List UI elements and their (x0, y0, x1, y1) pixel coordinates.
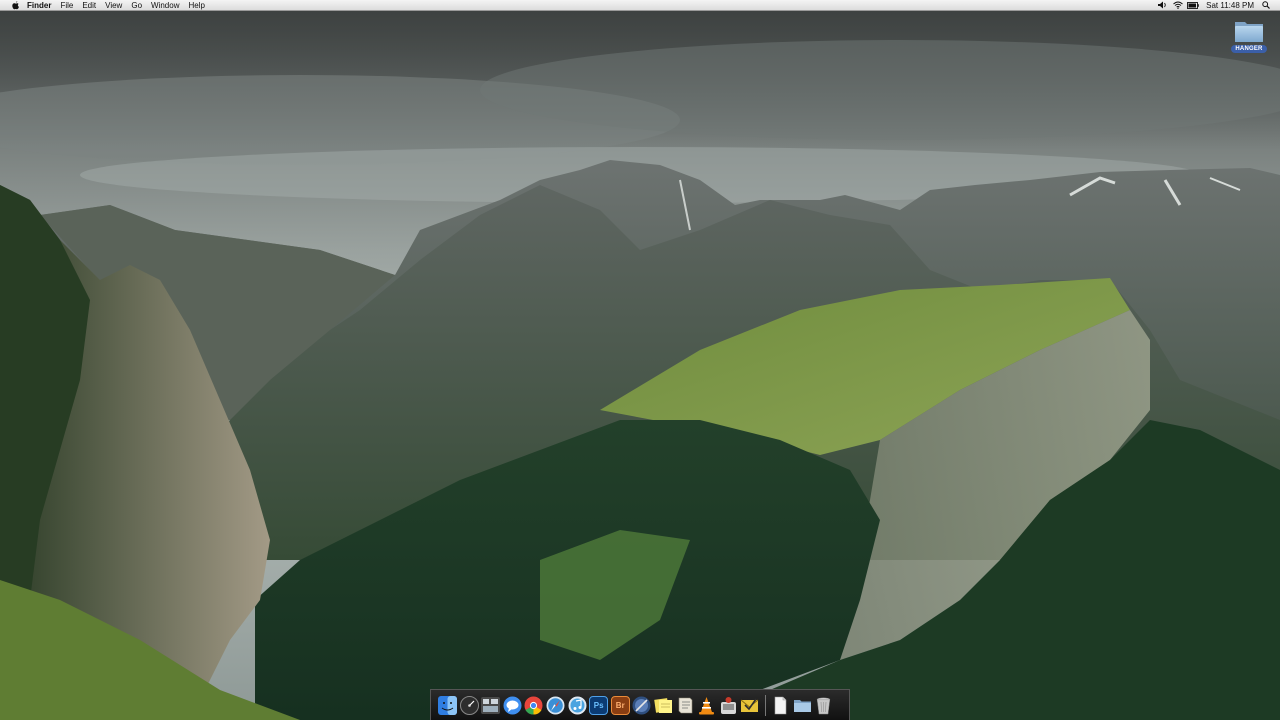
menu-view[interactable]: View (105, 0, 122, 11)
mail-icon (740, 698, 759, 712)
menu-clock[interactable]: Sat 11:48 PM (1206, 0, 1254, 11)
wallpaper (0, 0, 1280, 720)
dock-item-mission-control[interactable] (481, 696, 501, 715)
dock-item-vlc[interactable] (697, 696, 716, 715)
photoshop-icon: Ps (593, 700, 604, 710)
menu-edit[interactable]: Edit (82, 0, 96, 11)
dock-item-messages[interactable] (503, 696, 522, 715)
folder-icon (1235, 22, 1263, 42)
battery-icon[interactable] (1187, 0, 1199, 11)
dock-item-chrome[interactable] (524, 696, 543, 715)
stickies-icon (654, 697, 672, 713)
dock-item-transmission[interactable] (719, 696, 738, 715)
search-icon[interactable] (1261, 0, 1271, 11)
dock-item-photoshop[interactable]: Ps (589, 695, 609, 715)
dock-item-stickies[interactable] (654, 696, 673, 715)
chrome-icon (524, 696, 543, 715)
menu-help[interactable]: Help (188, 0, 204, 11)
trash-icon (816, 697, 831, 714)
dock-separator (764, 694, 766, 716)
dock-item-dashboard[interactable] (459, 695, 479, 715)
menu-bar: Finder File Edit View Go Window Help Sat… (0, 0, 1280, 11)
document-icon (774, 696, 787, 714)
mission-control-icon (481, 696, 501, 714)
desktop-folder-hanger[interactable]: HANGER (1228, 18, 1270, 62)
desktop-folder-label: HANGER (1231, 45, 1267, 53)
folder-icon (793, 699, 811, 712)
menu-file[interactable]: File (60, 0, 73, 11)
dock-item-bridge[interactable]: Br (610, 695, 630, 715)
finder-icon (438, 695, 457, 715)
dock-item-trash[interactable] (814, 696, 833, 715)
vlc-icon (699, 696, 715, 714)
dock-item-applications-folder[interactable] (793, 696, 812, 715)
dock: Ps Br (430, 689, 850, 720)
dock-item-itunes[interactable] (568, 696, 587, 715)
volume-icon[interactable] (1157, 0, 1169, 11)
status-area: Sat 11:48 PM (1157, 0, 1274, 11)
menu-window[interactable]: Window (151, 0, 179, 11)
safari-icon (546, 696, 565, 714)
apple-icon[interactable] (11, 1, 20, 10)
dock-item-mail-app[interactable] (740, 696, 759, 715)
dock-item-xcode[interactable] (632, 696, 651, 715)
dock-item-document[interactable] (771, 696, 790, 715)
xcode-icon (632, 696, 651, 714)
transmission-icon (720, 696, 736, 714)
desktop[interactable]: Finder File Edit View Go Window Help Sat… (0, 0, 1280, 720)
messages-icon (503, 696, 522, 714)
script-icon (678, 697, 692, 713)
itunes-icon (568, 696, 587, 714)
menu-app-finder[interactable]: Finder (27, 0, 51, 11)
dock-item-script-editor[interactable] (676, 696, 695, 715)
bridge-icon: Br (615, 700, 625, 710)
menu-go[interactable]: Go (131, 0, 142, 11)
dock-item-finder[interactable] (438, 695, 457, 715)
dashboard-icon (459, 695, 479, 715)
dock-item-safari[interactable] (546, 696, 565, 715)
wifi-icon[interactable] (1172, 0, 1184, 11)
